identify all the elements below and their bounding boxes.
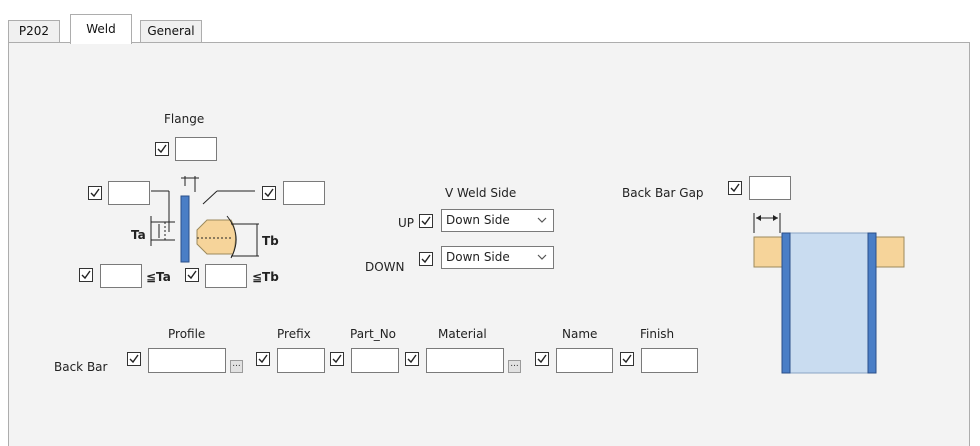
up-side-value: Down Side — [446, 213, 510, 227]
check-icon — [622, 354, 632, 364]
prefix-checkbox[interactable] — [256, 352, 270, 366]
material-browse-button[interactable]: ... — [508, 360, 521, 373]
window: P202 Weld General Flange Ta Tb ≦Ta ≦Tb V… — [0, 0, 980, 446]
ta-limit-checkbox[interactable] — [79, 268, 93, 282]
header-profile: Profile — [168, 327, 206, 341]
profile-browse-button[interactable]: ... — [230, 360, 243, 373]
profile-checkbox[interactable] — [127, 352, 141, 366]
tb-label: Tb — [262, 234, 279, 248]
check-icon — [129, 354, 139, 364]
finish-checkbox[interactable] — [620, 352, 634, 366]
weld-diagram-icon — [150, 176, 259, 263]
back-bar-label: Back Bar — [54, 360, 108, 374]
flange-input[interactable] — [175, 137, 217, 161]
check-icon — [407, 354, 417, 364]
check-icon — [421, 216, 431, 226]
ta-limit-input[interactable] — [100, 264, 142, 288]
back-bar-diagram-icon — [753, 213, 905, 374]
part-no-checkbox[interactable] — [330, 352, 344, 366]
tb-limit-checkbox[interactable] — [185, 268, 199, 282]
header-prefix: Prefix — [277, 327, 311, 341]
flange-label: Flange — [164, 112, 205, 126]
material-input[interactable] — [426, 348, 504, 373]
header-name: Name — [562, 327, 598, 341]
check-icon — [730, 183, 740, 193]
header-part-no: Part_No — [350, 327, 397, 341]
left-top-checkbox[interactable] — [88, 186, 102, 200]
up-checkbox[interactable] — [419, 214, 433, 228]
up-side-select[interactable]: Down Side — [441, 209, 554, 232]
prefix-input[interactable] — [277, 348, 325, 373]
check-icon — [90, 188, 100, 198]
material-checkbox[interactable] — [405, 352, 419, 366]
tb-limit-input[interactable] — [205, 264, 247, 288]
check-icon — [421, 254, 431, 264]
check-icon — [258, 354, 268, 364]
name-checkbox[interactable] — [535, 352, 549, 366]
back-bar-gap-label: Back Bar Gap — [622, 186, 704, 200]
tab-p202[interactable]: P202 — [8, 20, 60, 43]
down-checkbox[interactable] — [419, 252, 433, 266]
flange-checkbox[interactable] — [155, 142, 169, 156]
part-no-input[interactable] — [351, 348, 399, 373]
header-finish: Finish — [640, 327, 675, 341]
tab-bar: P202 Weld General — [8, 14, 968, 44]
right-top-input[interactable] — [283, 181, 325, 205]
down-label: DOWN — [365, 260, 405, 274]
ta-label: Ta — [131, 228, 146, 242]
ta-limit-label: ≦Ta — [146, 270, 171, 284]
chevron-down-icon — [537, 254, 547, 260]
tab-weld[interactable]: Weld — [70, 14, 132, 44]
check-icon — [537, 354, 547, 364]
check-icon — [332, 354, 342, 364]
v-weld-side-title: V Weld Side — [445, 186, 517, 200]
down-side-value: Down Side — [446, 250, 510, 264]
down-side-select[interactable]: Down Side — [441, 246, 554, 269]
finish-input[interactable] — [641, 348, 698, 373]
profile-input[interactable] — [148, 348, 226, 373]
tb-limit-label: ≦Tb — [252, 270, 279, 284]
header-material: Material — [438, 327, 487, 341]
back-bar-gap-input[interactable] — [749, 176, 791, 200]
chevron-down-icon — [537, 217, 547, 223]
tab-general[interactable]: General — [140, 20, 202, 43]
check-icon — [157, 144, 167, 154]
check-icon — [81, 270, 91, 280]
check-icon — [187, 270, 197, 280]
up-label: UP — [398, 216, 415, 230]
back-bar-gap-checkbox[interactable] — [728, 181, 742, 195]
name-input[interactable] — [556, 348, 613, 373]
